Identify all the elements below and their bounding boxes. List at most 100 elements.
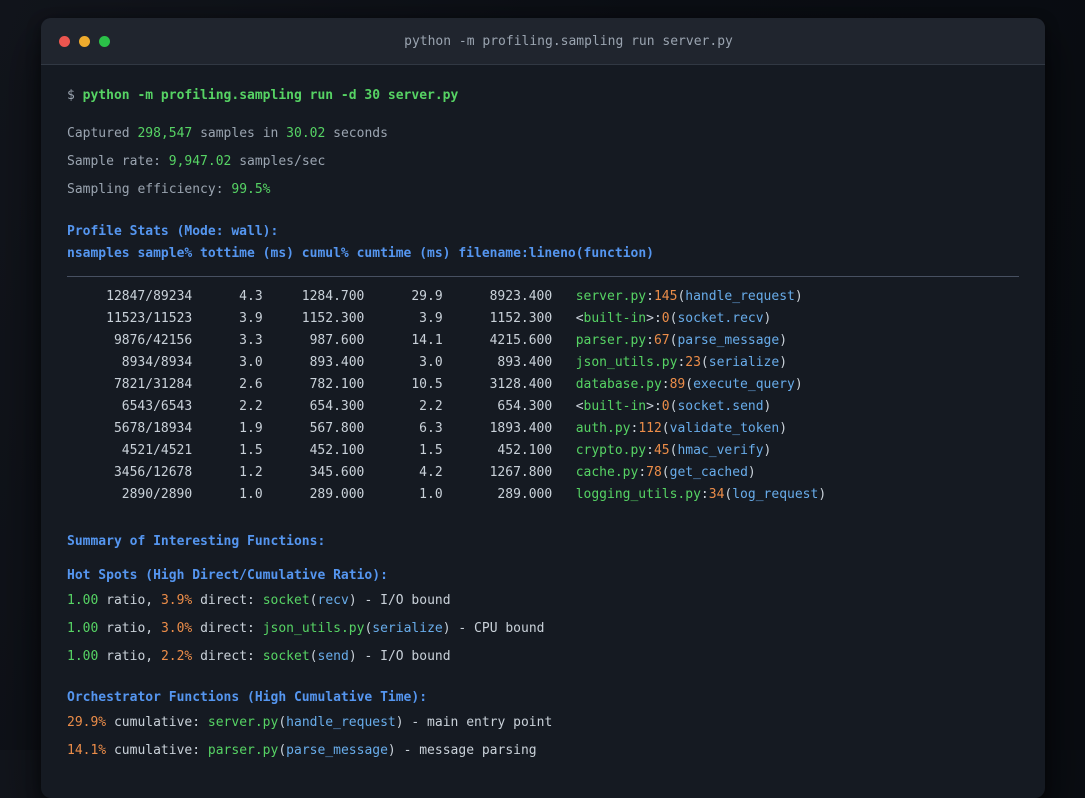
sample-pct-cell: 1.2 <box>239 465 263 480</box>
location-cell: < built-in >:0(socket.send) <box>576 396 772 418</box>
cumtime-cell: 1267.800 <box>489 465 553 480</box>
line-number: 112 <box>638 421 662 436</box>
label-text: direct: <box>192 649 263 664</box>
colon-separator: : <box>638 465 647 480</box>
tottime-cell: 1152.300 <box>301 311 365 326</box>
close-paren: ) <box>747 465 756 480</box>
open-paren: ( <box>661 465 670 480</box>
colon-separator: : <box>677 355 686 370</box>
location-cell: server.py:145(handle_request) <box>576 286 803 308</box>
table-row: 8934/8934 3.0 893.400 3.0 893.400 json_utils.… <box>67 352 1019 374</box>
file-name: parser.py <box>207 743 279 758</box>
label-text: seconds <box>325 126 388 141</box>
nsamples-cell: 5678/18934 <box>113 421 193 436</box>
table-row: 11523/11523 3.9 1152.300 3.9 1152.300 < built-… <box>67 308 1019 330</box>
nsamples-cell: 6543/6543 <box>121 399 193 414</box>
efficiency-value: 99.5% <box>231 182 271 197</box>
command-text: python -m profiling.sampling run -d 30 s… <box>82 88 459 103</box>
close-paren: ) <box>779 333 788 348</box>
function-name: log_request <box>732 487 819 502</box>
function-name: parse_message <box>286 743 388 758</box>
ratio-value: 1.00 <box>67 593 99 608</box>
label-text: direct: <box>192 593 263 608</box>
ratio-value: 1.00 <box>67 649 99 664</box>
minimize-button[interactable] <box>79 35 90 47</box>
cumtime-cell: 8923.400 <box>489 289 553 304</box>
hot-spots-heading: Hot Spots (High Direct/Cumulative Ratio)… <box>67 565 1019 587</box>
cumul-pct-cell: 3.9 <box>419 311 443 326</box>
label-text: samples in <box>192 126 287 141</box>
tottime-cell: 452.100 <box>309 443 365 458</box>
window-controls <box>59 35 110 47</box>
table-row: 6543/6543 2.2 654.300 2.2 654.300 < built-in >:… <box>67 396 1019 418</box>
location-cell: < built-in >:0(socket.recv) <box>576 308 772 330</box>
direct-pct-value: 3.9% <box>160 593 193 608</box>
note-text: - main entry point <box>403 715 553 730</box>
label-text: cumulative: <box>106 715 208 730</box>
window-titlebar[interactable]: python -m profiling.sampling run server.… <box>41 18 1045 65</box>
nsamples-cell: 2890/2890 <box>121 487 193 502</box>
close-paren: ) <box>794 289 803 304</box>
cumtime-cell: 893.400 <box>497 355 553 370</box>
colon-separator: : <box>661 377 670 392</box>
line-number: 67 <box>653 333 670 348</box>
label-text: samples/sec <box>231 154 326 169</box>
colon-separator: : <box>630 421 639 436</box>
file-name: server.py <box>575 289 647 304</box>
file-name: database.py <box>575 377 662 392</box>
label-text: Sampling efficiency: <box>67 182 232 197</box>
label-text: ratio, <box>98 593 161 608</box>
hot-spot-item: 1.00 ratio, 3.0% direct: json_utils.py(s… <box>67 618 1019 640</box>
file-name: built-in <box>583 399 647 414</box>
sample-pct-cell: 2.6 <box>239 377 263 392</box>
cumtime-cell: 289.000 <box>497 487 553 502</box>
direct-pct-value: 2.2% <box>160 649 193 664</box>
orchestrator-item: 29.9% cumulative: server.py(handle_reque… <box>67 712 1019 734</box>
location-cell: parser.py:67(parse_message) <box>576 330 787 352</box>
location-cell: json_utils.py:23(serialize) <box>576 352 787 374</box>
colon-separator: : <box>653 311 662 326</box>
file-name: json_utils.py <box>262 621 365 636</box>
tottime-cell: 567.800 <box>309 421 365 436</box>
open-paren: ( <box>309 649 318 664</box>
close-paren: ) <box>779 421 788 436</box>
table-row: 7821/31284 2.6 782.100 10.5 3128.400 database… <box>67 374 1019 396</box>
location-cell: auth.py:112(validate_token) <box>576 418 787 440</box>
open-paren: ( <box>278 715 287 730</box>
close-paren: ) <box>395 715 404 730</box>
function-name: handle_request <box>685 289 795 304</box>
tottime-cell: 345.600 <box>309 465 365 480</box>
open-paren: ( <box>700 355 709 370</box>
zoom-button[interactable] <box>99 35 110 47</box>
colon-separator: : <box>646 289 654 304</box>
line-number: 78 <box>646 465 662 480</box>
heading-text: Orchestrator Functions (High Cumulative … <box>67 690 428 705</box>
function-name: recv <box>317 593 349 608</box>
cumtime-cell: 1893.400 <box>489 421 553 436</box>
cumul-pct-cell: 2.2 <box>419 399 443 414</box>
function-name: serialize <box>372 621 443 636</box>
line-number: 0 <box>661 311 670 326</box>
cumul-pct-cell: 14.1 <box>411 333 443 348</box>
file-name: logging_utils.py <box>575 487 701 502</box>
function-name: parse_message <box>677 333 780 348</box>
sample-pct-cell: 1.0 <box>239 487 263 502</box>
line-number: 0 <box>661 399 670 414</box>
cumul-pct-cell: 3.0 <box>419 355 443 370</box>
function-name: execute_query <box>693 377 795 392</box>
file-close-bracket: > <box>646 399 654 414</box>
location-cell: logging_utils.py:34(log_request) <box>576 484 826 506</box>
window-title: python -m profiling.sampling run server.… <box>404 33 733 49</box>
close-button[interactable] <box>59 35 70 47</box>
label-text: ratio, <box>98 649 161 664</box>
file-open-bracket: < <box>575 311 584 326</box>
file-name: parser.py <box>575 333 647 348</box>
heading-text: Summary of Interesting Functions: <box>67 534 326 549</box>
location-cell: database.py:89(execute_query) <box>576 374 803 396</box>
file-name: crypto.py <box>575 443 647 458</box>
open-paren: ( <box>724 487 733 502</box>
open-paren: ( <box>669 399 678 414</box>
cumulative-pct-value: 29.9% <box>67 715 107 730</box>
colon-separator: : <box>653 399 662 414</box>
tottime-cell: 289.000 <box>309 487 365 502</box>
